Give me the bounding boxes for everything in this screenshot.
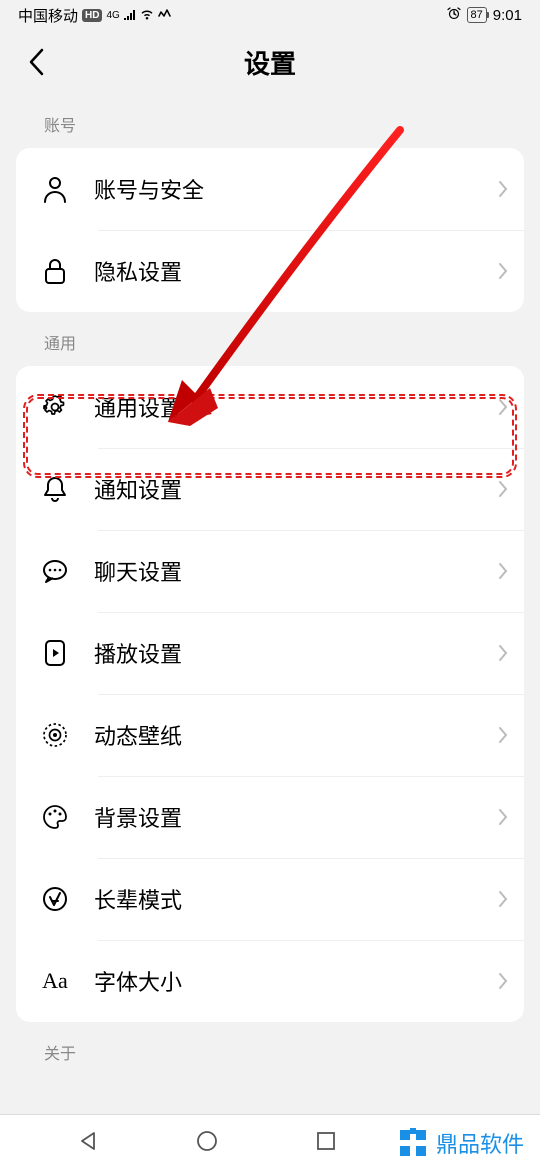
chevron-right-icon (498, 808, 508, 826)
system-nav-bar: 鼎品软件 (0, 1114, 540, 1170)
wifi-icon (140, 7, 154, 24)
chevron-right-icon (498, 972, 508, 990)
header: 设置 (0, 30, 540, 94)
menu-privacy[interactable]: 隐私设置 (16, 230, 524, 312)
chevron-right-icon (498, 262, 508, 280)
menu-notification[interactable]: 通知设置 (16, 448, 524, 530)
chevron-right-icon (498, 180, 508, 198)
nav-back-button[interactable] (76, 1129, 104, 1157)
menu-label: 动态壁纸 (94, 719, 498, 751)
chevron-right-icon (498, 398, 508, 416)
menu-wallpaper[interactable]: 动态壁纸 (16, 694, 524, 776)
general-card: 通用设置 通知设置 聊天设置 播放设置 动态壁纸 背景设置 (16, 366, 524, 1022)
person-icon (38, 172, 72, 206)
nav-home-button[interactable] (195, 1129, 223, 1157)
section-label-general: 通用 (0, 312, 540, 366)
section-label-account: 账号 (0, 94, 540, 148)
battery-icon: 87 (467, 7, 487, 23)
signal-icon (124, 7, 136, 24)
elder-icon (38, 882, 72, 916)
time-label: 9:01 (493, 7, 522, 24)
account-card: 账号与安全 隐私设置 (16, 148, 524, 312)
page-title: 设置 (244, 44, 296, 81)
menu-playback[interactable]: 播放设置 (16, 612, 524, 694)
play-icon (38, 636, 72, 670)
hd-badge: HD (82, 9, 102, 22)
section-label-about: 关于 (0, 1022, 540, 1076)
chevron-right-icon (498, 726, 508, 744)
back-button[interactable] (18, 44, 54, 80)
menu-general-settings[interactable]: 通用设置 (16, 366, 524, 448)
brand-logo-icon (398, 1128, 428, 1158)
brand-watermark: 鼎品软件 (398, 1127, 540, 1159)
brand-label: 鼎品软件 (436, 1127, 524, 1159)
menu-elder-mode[interactable]: 长辈模式 (16, 858, 524, 940)
alarm-icon (447, 6, 461, 24)
palette-icon (38, 800, 72, 834)
carrier-label: 中国移动 (18, 5, 78, 26)
lock-icon (38, 254, 72, 288)
chevron-right-icon (498, 890, 508, 908)
gear-icon (38, 390, 72, 424)
nav-recent-button[interactable] (314, 1129, 342, 1157)
menu-label: 通知设置 (94, 473, 498, 505)
menu-label: 账号与安全 (94, 173, 498, 205)
menu-background[interactable]: 背景设置 (16, 776, 524, 858)
extra-icon (158, 7, 172, 24)
chevron-right-icon (498, 562, 508, 580)
wallpaper-icon (38, 718, 72, 752)
status-bar: 中国移动 HD 4G 87 9:01 (0, 0, 540, 30)
menu-chat[interactable]: 聊天设置 (16, 530, 524, 612)
menu-label: 字体大小 (94, 965, 498, 997)
menu-label: 通用设置 (94, 391, 498, 423)
font-icon: Aa (38, 964, 72, 998)
chevron-right-icon (498, 644, 508, 662)
menu-label: 播放设置 (94, 637, 498, 669)
menu-label: 长辈模式 (94, 883, 498, 915)
bell-icon (38, 472, 72, 506)
menu-account-security[interactable]: 账号与安全 (16, 148, 524, 230)
chat-icon (38, 554, 72, 588)
menu-label: 背景设置 (94, 801, 498, 833)
menu-font-size[interactable]: Aa 字体大小 (16, 940, 524, 1022)
network-type: 4G (106, 10, 119, 21)
menu-label: 隐私设置 (94, 255, 498, 287)
menu-label: 聊天设置 (94, 555, 498, 587)
chevron-right-icon (498, 480, 508, 498)
chevron-left-icon (27, 47, 45, 77)
